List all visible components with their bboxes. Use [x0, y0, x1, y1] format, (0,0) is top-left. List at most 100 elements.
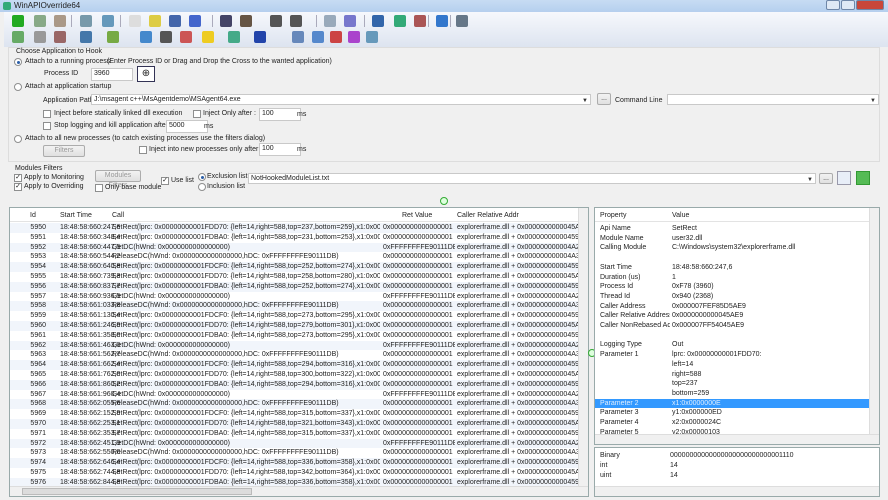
binoculars-icon[interactable]	[160, 31, 172, 43]
table-row[interactable]: 595318:48:58:660:544,2ReleaseDC(hWnd: 0x…	[10, 252, 578, 262]
table-row[interactable]: 595818:48:58:661:033,8ReleaseDC(hWnd: 0x…	[10, 301, 578, 311]
eraser-icon[interactable]	[34, 31, 46, 43]
overriding-files-icon[interactable]	[102, 15, 114, 27]
net-icon[interactable]	[270, 15, 282, 27]
property-row[interactable]: Caller Address0x000007FEF85D5AE9	[595, 302, 869, 312]
property-row[interactable]: bottom=259	[595, 389, 869, 399]
email-icon[interactable]	[414, 15, 426, 27]
table-row[interactable]: 597218:48:58:662:451,9GetDC(hWnd: 0x0000…	[10, 439, 578, 449]
apply-overriding-checkbox[interactable]: ✓	[14, 183, 22, 191]
list-filter-icon[interactable]	[348, 31, 360, 43]
property-row[interactable]: Caller Relative Address0x0000000000045AE…	[595, 311, 869, 321]
filters-icon[interactable]	[228, 31, 240, 43]
bubble-icon[interactable]	[312, 31, 324, 43]
dump-icon[interactable]	[240, 15, 252, 27]
attach-running-radio[interactable]	[14, 58, 22, 66]
new-log-icon[interactable]	[129, 15, 141, 27]
net-filter-icon[interactable]	[290, 15, 302, 27]
minimize-button[interactable]	[826, 0, 840, 10]
chevron-down-icon[interactable]: ▼	[582, 97, 588, 105]
table-row[interactable]: 596618:48:58:661:860,2SetRect(lprc: 0x00…	[10, 380, 578, 390]
warning-icon[interactable]	[202, 31, 214, 43]
property-row[interactable]: Parameter 1lprc: 0x00000000001FDD70:	[595, 350, 869, 360]
property-row[interactable]: Parameter 3y1:0x000000ED	[595, 408, 869, 418]
column-header-caller-relative-addr[interactable]: Caller Relative Addr	[457, 212, 519, 219]
chevron-down-icon[interactable]: ▼	[807, 176, 813, 184]
log-list[interactable]: Id Start Time Call Ret Value Caller Rela…	[9, 207, 589, 497]
info-icon[interactable]	[436, 15, 448, 27]
value-view[interactable]: Binary00000000000000000000000000001110in…	[594, 447, 880, 497]
log-horizontal-scrollbar[interactable]	[10, 486, 588, 496]
table-row[interactable]: 596118:48:58:661:358,0SetRect(lprc: 0x00…	[10, 331, 578, 341]
table-row[interactable]: 596918:48:58:662:152,9SetRect(lprc: 0x00…	[10, 409, 578, 419]
close-button[interactable]	[856, 0, 884, 10]
value-horizontal-scrollbar[interactable]	[595, 486, 879, 496]
table-row[interactable]: 596418:48:58:661:662,4SetRect(lprc: 0x00…	[10, 360, 578, 370]
column-header-id[interactable]: Id	[30, 212, 36, 219]
inject-only-after-checkbox[interactable]	[193, 110, 201, 118]
stop-logging-input[interactable]: 5000	[166, 120, 208, 133]
property-row[interactable]: Calling ModuleC:\Windows\system32\explor…	[595, 243, 869, 253]
table-row[interactable]: 597418:48:58:662:646,4SetRect(lprc: 0x00…	[10, 458, 578, 468]
open-log-icon[interactable]	[149, 15, 161, 27]
table-row[interactable]: 597318:48:58:662:550,0ReleaseDC(hWnd: 0x…	[10, 448, 578, 458]
modules-filters-button[interactable]: Modules Filters	[95, 170, 141, 182]
table-row[interactable]: 595218:48:58:660:447,5GetDC(hWnd: 0x0000…	[10, 243, 578, 253]
maximize-button[interactable]	[841, 0, 855, 10]
property-row[interactable]: left=14	[595, 360, 869, 370]
refresh-icon[interactable]	[856, 171, 870, 185]
table-row[interactable]: 596318:48:58:661:562,7ReleaseDC(hWnd: 0x…	[10, 350, 578, 360]
property-row[interactable]	[595, 253, 869, 263]
command-line-input[interactable]: ▼	[667, 94, 879, 105]
column-header-start-time[interactable]: Start Time	[60, 212, 92, 219]
value-row[interactable]: int14	[595, 461, 879, 471]
table-row[interactable]: 596018:48:58:661:246,9SetRect(lprc: 0x00…	[10, 321, 578, 331]
table-row[interactable]: 596218:48:58:661:463,0GetDC(hWnd: 0x0000…	[10, 341, 578, 351]
table-row[interactable]: 595918:48:58:661:130,4SetRect(lprc: 0x00…	[10, 311, 578, 321]
table-row[interactable]: 595018:48:58:660:247,6SetRect(lprc: 0x00…	[10, 223, 578, 233]
search-module-icon[interactable]	[54, 15, 66, 27]
column-header-property[interactable]: Property	[600, 212, 626, 219]
compile-icon[interactable]	[220, 15, 232, 27]
app-path-browse-button[interactable]: ...	[597, 93, 611, 105]
table-row[interactable]: 595418:48:58:660:640,8SetRect(lprc: 0x00…	[10, 262, 578, 272]
view-icon[interactable]	[324, 15, 336, 27]
collapse-toggle-icon[interactable]	[440, 197, 448, 205]
column-header-ret-value[interactable]: Ret Value	[402, 212, 432, 219]
app-path-input[interactable]: J:\msagent c++\MsAgentdemo\MSAgent64.exe…	[91, 94, 591, 105]
copy-icon[interactable]	[140, 31, 152, 43]
clear-icon[interactable]	[180, 31, 192, 43]
save-as-icon[interactable]	[189, 15, 201, 27]
use-list-checkbox[interactable]: ✓	[161, 177, 169, 185]
table-row[interactable]: 597518:48:58:662:744,8SetRect(lprc: 0x00…	[10, 468, 578, 478]
table-row[interactable]: 597018:48:58:662:253,1SetRect(lprc: 0x00…	[10, 419, 578, 429]
module-list-browse-button[interactable]: ...	[819, 173, 833, 184]
property-row[interactable]: Logging TypeOut	[595, 340, 869, 350]
property-row[interactable]: top=237	[595, 379, 869, 389]
search-process-icon[interactable]	[34, 15, 46, 27]
drag-cross-target-icon[interactable]: ⊕	[137, 66, 155, 82]
pen-icon[interactable]	[12, 31, 24, 43]
com-icon[interactable]	[254, 31, 266, 43]
process-id-input[interactable]: 3960	[91, 68, 133, 81]
exclusion-list-radio[interactable]	[198, 173, 206, 181]
inject-before-checkbox[interactable]	[43, 110, 51, 118]
stop-icon[interactable]	[54, 31, 66, 43]
stop-logging-checkbox[interactable]	[43, 122, 51, 130]
filters-button[interactable]: Filters	[43, 145, 85, 157]
property-row[interactable]: Parameter 4x2:0x0000024C	[595, 418, 869, 428]
chevron-down-icon[interactable]: ▼	[870, 97, 876, 105]
list-icon[interactable]	[330, 31, 342, 43]
attach-startup-radio[interactable]	[14, 83, 22, 91]
value-row[interactable]: Binary00000000000000000000000000001110	[595, 451, 879, 461]
sum-icon[interactable]	[292, 31, 304, 43]
property-row[interactable]: right=588	[595, 370, 869, 380]
call-details[interactable]: Property Value Api NameSetRectModule Nam…	[594, 207, 880, 445]
property-row[interactable]: Thread Id0x940 (2368)	[595, 292, 869, 302]
start-icon[interactable]	[12, 15, 24, 27]
module-list-input[interactable]: NotHookedModuleList.txt▼	[248, 173, 816, 184]
settings-icon[interactable]	[344, 15, 356, 27]
only-base-module-checkbox[interactable]	[95, 184, 103, 192]
property-row[interactable]: Module Nameuser32.dll	[595, 234, 869, 244]
details-vertical-scrollbar[interactable]	[869, 208, 879, 434]
